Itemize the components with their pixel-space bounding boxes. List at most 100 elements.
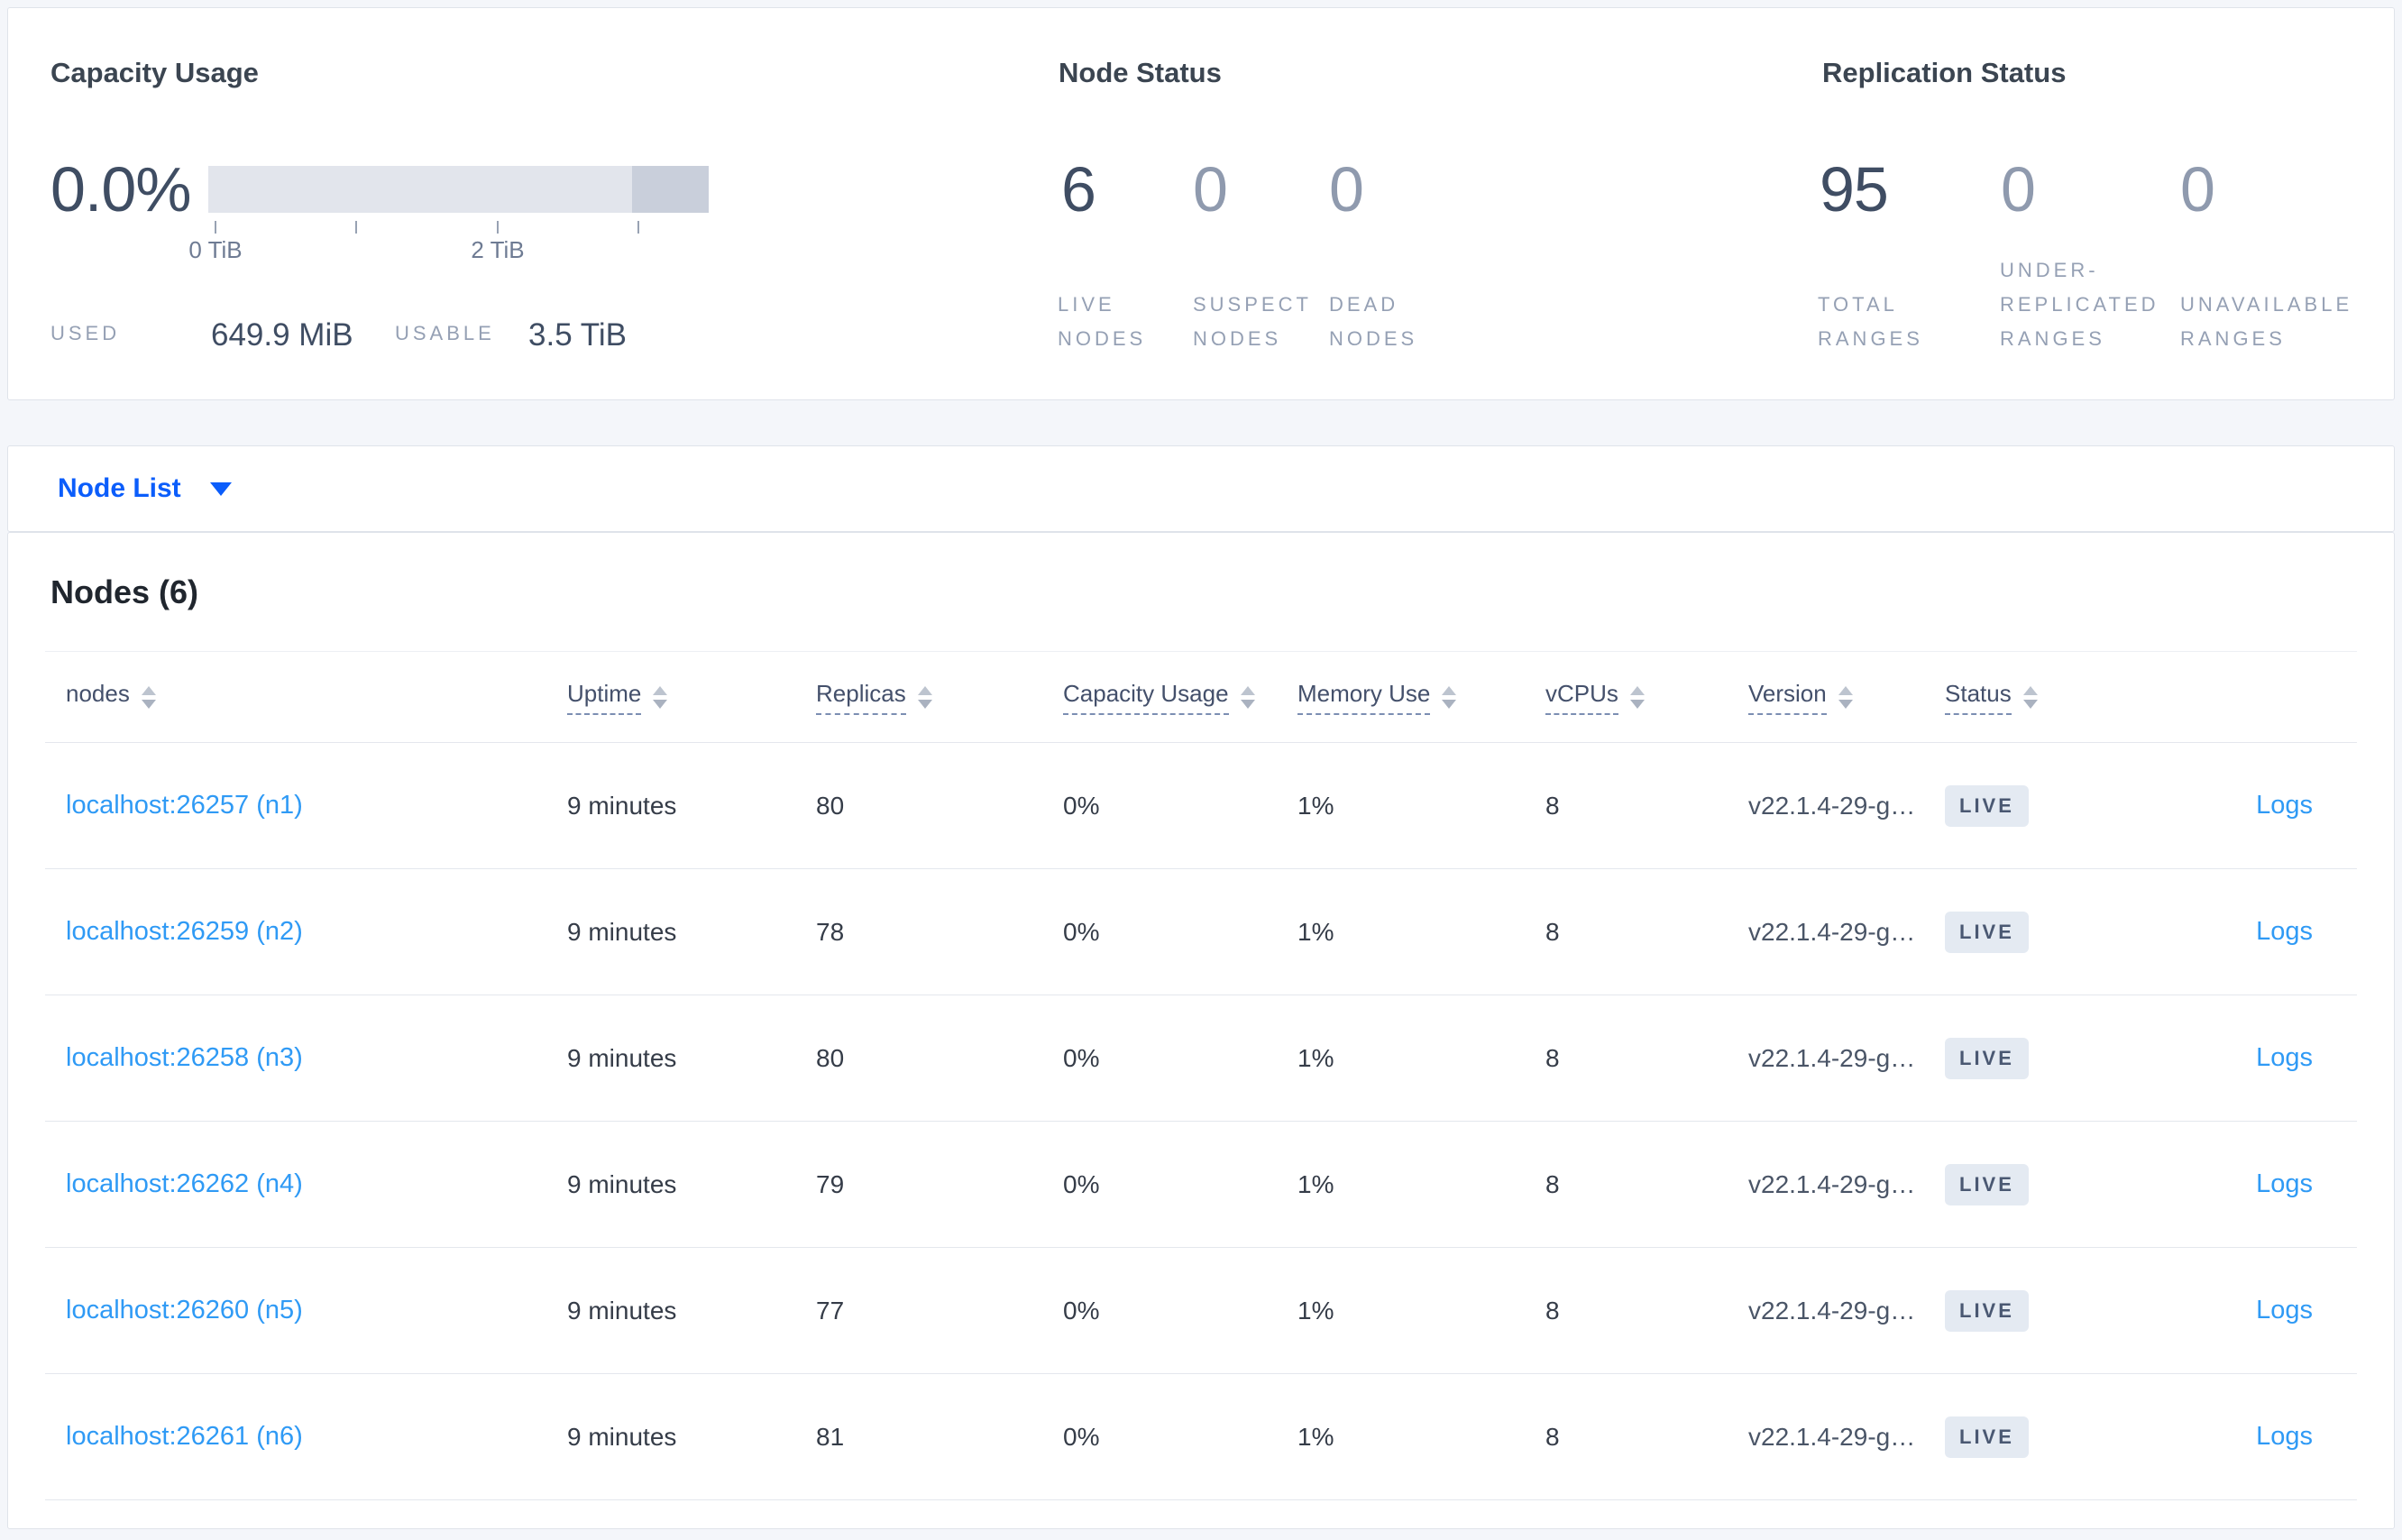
status-badge: LIVE [1945,784,2029,827]
logs-link[interactable]: Logs [2256,791,2313,820]
node-link[interactable]: localhost:26258 (n3) [66,1043,303,1072]
capacity-usage-cell: 0% [1063,917,1100,946]
suspect-nodes-label: SUSPECT NODES [1193,293,1312,350]
view-selector-bar: Node List [7,445,2395,532]
memory-use-cell: 1% [1297,791,1334,820]
logs-link[interactable]: Logs [2256,1296,2313,1325]
sort-asc-icon [653,685,668,695]
sort-asc-icon [141,685,156,695]
table-row: localhost:26258 (n3) 9 minutes 80 0% 1% … [45,995,2357,1122]
capacity-usage-cell: 0% [1063,1296,1100,1325]
sort-icon[interactable] [141,685,156,709]
capacity-axis-label-2: 2 TiB [471,236,525,263]
dead-nodes-count: 0 [1329,154,1364,225]
live-nodes-label: LIVE NODES [1058,293,1147,350]
status-badge: LIVE [1945,1163,2029,1205]
sort-icon[interactable] [1629,685,1645,709]
sort-icon[interactable] [1838,685,1853,709]
memory-use-cell: 1% [1297,917,1334,946]
table-header-row: nodes Uptime Replicas Capacity Usage Mem… [45,652,2357,743]
node-link[interactable]: localhost:26259 (n2) [66,917,303,946]
sort-icon[interactable] [1240,685,1255,709]
sort-desc-icon [653,699,668,709]
column-header-status[interactable]: Status [1945,680,2152,715]
cluster-summary-panel: Capacity Usage 0.0% 0 TiB 2 TiB USED 649… [7,7,2395,400]
table-body: localhost:26257 (n1) 9 minutes 80 0% 1% … [45,743,2357,1500]
sort-desc-icon [1442,699,1457,709]
sort-desc-icon [917,699,932,709]
capacity-usage-cell: 0% [1063,1043,1100,1072]
version-cell: v22.1.4-29-g… [1748,917,1916,946]
sort-asc-icon [917,685,932,695]
status-badge: LIVE [1945,1037,2029,1079]
column-header-memory-use[interactable]: Memory Use [1297,680,1545,715]
node-list-dropdown[interactable]: Node List [58,473,181,504]
logs-link[interactable]: Logs [2256,1043,2313,1072]
node-link[interactable]: localhost:26262 (n4) [66,1169,303,1198]
table-row: localhost:26261 (n6) 9 minutes 81 0% 1% … [45,1374,2357,1500]
vcpus-cell: 8 [1545,1169,1560,1198]
version-cell: v22.1.4-29-g… [1748,1296,1916,1325]
sort-asc-icon [1240,685,1255,695]
logs-link[interactable]: Logs [2256,917,2313,946]
sort-icon[interactable] [1442,685,1457,709]
capacity-used-value: 649.9 MiB [211,317,353,353]
column-header-vcpus[interactable]: vCPUs [1545,680,1748,715]
status-badge: LIVE [1945,911,2029,953]
under-replicated-ranges-label: UNDER-REPLICATED RANGES [2000,259,2159,350]
capacity-usable-label: USABLE [395,322,495,344]
uptime-cell: 9 minutes [567,1169,677,1198]
capacity-usage-title: Capacity Usage [50,57,259,88]
suspect-nodes-count: 0 [1193,154,1228,225]
vcpus-cell: 8 [1545,1043,1560,1072]
live-nodes-count: 6 [1061,154,1096,225]
capacity-usable-value: 3.5 TiB [528,317,627,353]
capacity-usage-cell: 0% [1063,1422,1100,1451]
vcpus-cell: 8 [1545,917,1560,946]
chevron-down-icon[interactable] [209,481,232,496]
sort-icon[interactable] [2022,685,2038,709]
sort-icon[interactable] [917,685,932,709]
node-link[interactable]: localhost:26260 (n5) [66,1296,303,1325]
node-status-title: Node Status [1059,57,1222,88]
column-header-nodes[interactable]: nodes [45,680,567,715]
replicas-cell: 79 [816,1169,845,1198]
capacity-usage-cell: 0% [1063,791,1100,820]
capacity-used-label: USED [50,322,121,344]
sort-asc-icon [1629,685,1645,695]
replicas-cell: 81 [816,1422,845,1451]
capacity-axis-tick [215,221,216,234]
replicas-cell: 80 [816,791,845,820]
node-link[interactable]: localhost:26257 (n1) [66,791,303,820]
column-header-capacity-usage[interactable]: Capacity Usage [1063,680,1297,715]
column-header-uptime[interactable]: Uptime [567,680,816,715]
total-ranges-label: TOTAL RANGES [1818,293,1923,350]
table-row: localhost:26259 (n2) 9 minutes 78 0% 1% … [45,869,2357,995]
capacity-axis-tick [637,221,639,234]
version-cell: v22.1.4-29-g… [1748,1043,1916,1072]
vcpus-cell: 8 [1545,1422,1560,1451]
sort-desc-icon [1629,699,1645,709]
table-row: localhost:26262 (n4) 9 minutes 79 0% 1% … [45,1122,2357,1248]
version-cell: v22.1.4-29-g… [1748,1169,1916,1198]
total-ranges-count: 95 [1820,154,1889,225]
uptime-cell: 9 minutes [567,791,677,820]
column-header-replicas[interactable]: Replicas [816,680,1063,715]
column-header-version[interactable]: Version [1748,680,1945,715]
sort-desc-icon [2022,699,2038,709]
dead-nodes-label: DEAD NODES [1329,293,1418,350]
capacity-bar-tail-segment [632,166,709,213]
node-link[interactable]: localhost:26261 (n6) [66,1422,303,1451]
table-row: localhost:26260 (n5) 9 minutes 77 0% 1% … [45,1248,2357,1374]
capacity-usage-bar [208,166,709,213]
nodes-table-title: Nodes (6) [50,573,199,610]
logs-link[interactable]: Logs [2256,1422,2313,1451]
logs-link[interactable]: Logs [2256,1169,2313,1198]
unavailable-ranges-count: 0 [2180,154,2215,225]
vcpus-cell: 8 [1545,791,1560,820]
capacity-axis-label-0: 0 TiB [188,236,243,263]
capacity-used-percent: 0.0% [50,154,192,225]
replicas-cell: 77 [816,1296,845,1325]
capacity-usage-cell: 0% [1063,1169,1100,1198]
sort-icon[interactable] [653,685,668,709]
